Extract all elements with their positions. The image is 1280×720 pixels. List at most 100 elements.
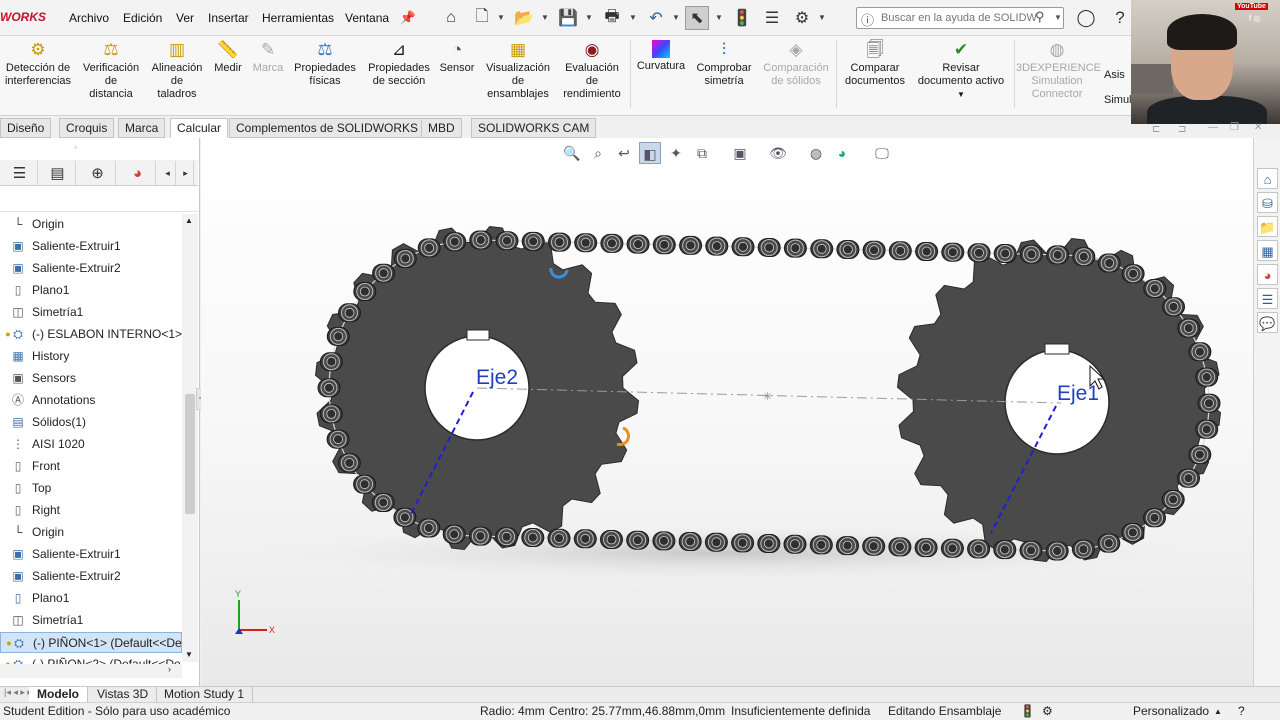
tabs-scroll-right-icon[interactable]: ▸ — [178, 161, 194, 185]
restore-icon[interactable]: ❐ — [1230, 122, 1239, 133]
tree-item[interactable]: ▣ Sensors — [0, 368, 182, 389]
tab-diseno[interactable]: Diseño — [0, 118, 52, 138]
configuration-manager-tab-icon[interactable]: ⊕ — [80, 161, 116, 185]
appearances-scenes-icon[interactable]: ◕ — [1257, 264, 1278, 285]
symmetry-check-button[interactable]: ⫶ Comprobar simetría — [692, 40, 756, 88]
options-dropdown-icon[interactable]: ▼ — [818, 13, 826, 22]
tab-croquis[interactable]: Croquis — [59, 118, 115, 138]
help-icon[interactable]: ? — [1108, 6, 1132, 30]
check-dropdown-icon[interactable]: ▼ — [912, 88, 1010, 101]
graphics-viewport[interactable]: 🔍 ⌕ ↩ ◧ ✦ ⧉ ▣ 👁 ◍ ◕ 🖵 ✳ Eje2 Eje1 Y X — [201, 138, 1253, 686]
select-cursor-icon[interactable]: ⬉ — [685, 6, 709, 30]
tab-modelo[interactable]: Modelo — [29, 687, 88, 703]
tree-item[interactable]: ● ⛭ (-) ESLABON INTERNO<1> (D — [0, 324, 182, 345]
scroll-down-icon[interactable]: ▼ — [185, 650, 193, 659]
assembly-scene[interactable]: ✳ Eje2 Eje1 Y X — [201, 138, 1253, 686]
help-search-box[interactable]: ⓘ ⚲ ▼ — [856, 7, 1064, 29]
tab-motion-study[interactable]: Motion Study 1 — [156, 687, 254, 703]
tab-marca[interactable]: Marca — [118, 118, 166, 138]
menu-ver[interactable]: Ver — [176, 11, 194, 25]
tab-solidworks-cam[interactable]: SOLIDWORKS CAM — [471, 118, 597, 138]
rebuild-icon[interactable]: 🚦 — [1020, 703, 1035, 720]
check-active-document-button[interactable]: ✔ Revisar documento activo ▼ — [912, 40, 1010, 101]
open-dropdown-icon[interactable]: ▼ — [541, 13, 549, 22]
forum-icon[interactable]: 💬 — [1257, 312, 1278, 333]
hole-alignment-button[interactable]: ▥ Alineación de taladros — [146, 40, 208, 101]
scrollbar-thumb[interactable] — [185, 394, 195, 514]
help-status-icon[interactable]: ? — [1238, 703, 1245, 720]
mass-properties-button[interactable]: ⚖ Propiedades físicas — [290, 40, 360, 88]
minimize-icon[interactable]: — — [1208, 122, 1218, 133]
property-manager-tab-icon[interactable]: ▤ — [40, 161, 76, 185]
tree-item[interactable]: ▯ Plano1 — [0, 588, 182, 609]
undo-icon[interactable]: ↶ — [644, 6, 668, 30]
file-explorer-icon[interactable]: 📁 — [1257, 216, 1278, 237]
panel-grip-icon[interactable]: ◦ — [74, 142, 77, 152]
close-icon[interactable]: ✕ — [1254, 122, 1262, 133]
compare-bodies-button[interactable]: ◈ Comparación de sólidos — [760, 40, 832, 88]
tree-item[interactable]: ◫ Simetría1 — [0, 610, 182, 631]
search-dropdown-icon[interactable]: ▼ — [1054, 13, 1062, 22]
interference-detection-button[interactable]: ⚙ Detección de interferencias — [2, 40, 74, 88]
tree-item[interactable]: Ⓐ Annotations — [0, 390, 182, 411]
new-document-icon[interactable]: 🗋 — [470, 6, 494, 30]
select-dropdown-icon[interactable]: ▼ — [715, 13, 723, 22]
view-settings-icon[interactable]: 🖵 — [871, 142, 893, 164]
tree-item[interactable]: └ Origin — [0, 214, 182, 235]
window-nav-forward-icon[interactable]: ⊐ — [1178, 124, 1186, 135]
menu-ventana[interactable]: Ventana — [345, 11, 389, 25]
compare-documents-button[interactable]: 🗐 Comparar documentos — [840, 40, 910, 88]
scroll-up-icon[interactable]: ▲ — [185, 216, 193, 225]
simulation-button[interactable]: Simul — [1104, 94, 1132, 107]
assembly-visualization-button[interactable]: ▦ Visualización de ensamblajes — [482, 40, 554, 101]
home-icon[interactable]: ⌂ — [439, 6, 463, 30]
custom-properties-icon[interactable]: ☰ — [1257, 288, 1278, 309]
tree-horizontal-scrollbar[interactable]: › — [0, 664, 182, 678]
solidworks-resources-icon[interactable]: ⌂ — [1257, 168, 1278, 189]
options-gear-icon[interactable]: ⚙ — [790, 6, 814, 30]
quick-tips-icon[interactable]: ⚙ — [1042, 703, 1053, 720]
undo-dropdown-icon[interactable]: ▼ — [672, 13, 680, 22]
view-orientation-icon[interactable]: ⧉ — [691, 142, 713, 164]
tree-item[interactable]: ⋮ AISI 1020 — [0, 434, 182, 455]
open-folder-icon[interactable]: 📂 — [512, 6, 536, 30]
user-account-icon[interactable]: ◯ — [1074, 6, 1098, 30]
search-icon[interactable]: ⚲ — [1035, 9, 1045, 25]
clearance-verification-button[interactable]: ⚖ Verificación de distancia — [78, 40, 144, 101]
save-icon[interactable]: 💾 — [556, 6, 580, 30]
hide-show-items-icon[interactable]: 👁 — [767, 142, 789, 164]
help-search-input[interactable] — [881, 10, 1041, 26]
menu-archivo[interactable]: Archivo — [69, 11, 109, 25]
previous-view-icon[interactable]: ↩ — [613, 142, 635, 164]
units-dropdown-icon[interactable]: ▲ — [1214, 703, 1222, 720]
print-icon[interactable]: 🖶 — [600, 6, 624, 30]
dynamic-annotation-icon[interactable]: ✦ — [665, 142, 687, 164]
display-manager-tab-icon[interactable]: ◕ — [120, 161, 156, 185]
tab-complementos[interactable]: Complementos de SOLIDWORKS — [229, 118, 426, 138]
measure-button[interactable]: 📏 Medir — [210, 40, 246, 75]
tab-vistas-3d[interactable]: Vistas 3D — [89, 687, 158, 703]
tree-filter-area[interactable] — [0, 186, 198, 212]
tree-item[interactable]: └ Origin — [0, 522, 182, 543]
tree-item[interactable]: ▦ History — [0, 346, 182, 367]
tree-item[interactable]: ◫ Simetría1 — [0, 302, 182, 323]
markup-button[interactable]: ✎ Marca — [250, 40, 286, 75]
3dexperience-simulation-button[interactable]: ◍ 3DEXPERIENCE Simulation Connector — [1016, 40, 1101, 101]
display-style-icon[interactable]: ▣ — [729, 142, 751, 164]
file-properties-icon[interactable]: ☰ — [760, 6, 784, 30]
save-dropdown-icon[interactable]: ▼ — [585, 13, 593, 22]
tree-item[interactable]: ▯ Top — [0, 478, 182, 499]
performance-evaluation-button[interactable]: ◉ Evaluación de rendimiento — [558, 40, 626, 101]
menu-edicion[interactable]: Edición — [123, 11, 162, 25]
sensor-button[interactable]: ◔ Sensor — [436, 40, 478, 75]
tree-item[interactable]: ▣ Saliente-Extruir2 — [0, 566, 182, 587]
rebuild-traffic-light-icon[interactable]: 🚦 — [730, 6, 754, 30]
pin-icon[interactable]: 📌 — [396, 6, 420, 30]
window-nav-back-icon[interactable]: ⊏ — [1152, 124, 1160, 135]
tree-item[interactable]: ▣ Saliente-Extruir1 — [0, 236, 182, 257]
tab-calcular[interactable]: Calcular — [170, 118, 229, 138]
curvature-button[interactable]: Curvatura — [634, 40, 688, 73]
section-properties-button[interactable]: ⊿ Propiedades de sección — [364, 40, 434, 88]
scroll-right-icon[interactable]: › — [168, 664, 171, 674]
tabs-scroll-left-icon[interactable]: ◂ — [160, 161, 176, 185]
